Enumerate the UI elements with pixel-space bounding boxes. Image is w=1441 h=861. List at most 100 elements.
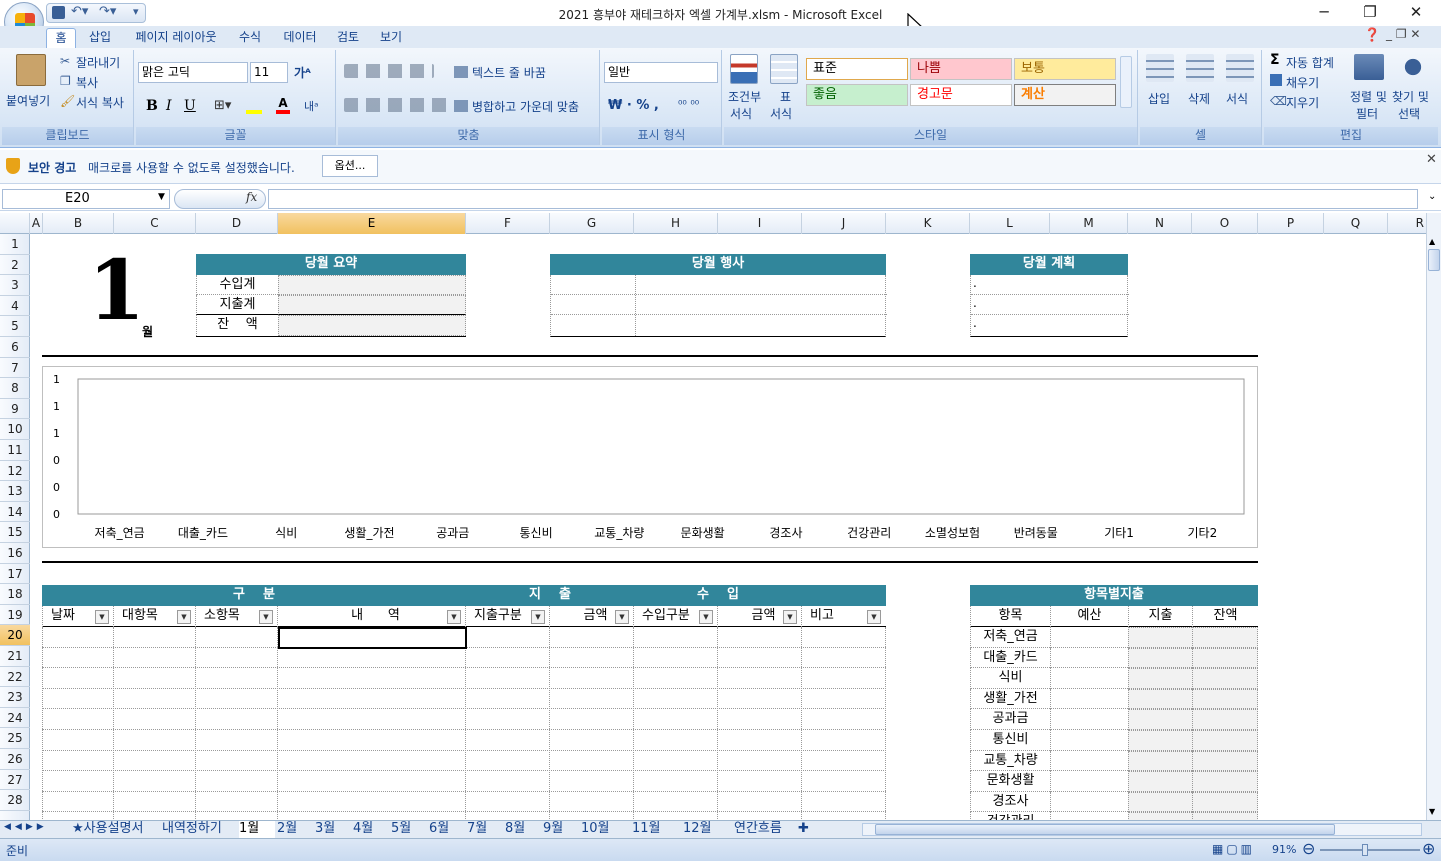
paste-button[interactable]: 붙여넣기	[6, 92, 50, 109]
formula-input[interactable]	[268, 189, 1418, 209]
wrap-text-button[interactable]: 텍스트 줄 바꿈	[472, 64, 546, 81]
style-good[interactable]: 좋음	[806, 84, 908, 106]
col-header[interactable]: F	[466, 213, 550, 234]
category-budget-cell[interactable]	[1050, 647, 1128, 669]
help-icon[interactable]: ❓	[1364, 28, 1380, 43]
row-header[interactable]: 28	[0, 790, 30, 811]
category-budget-cell[interactable]	[1050, 668, 1128, 689]
category-spent-balance-cells[interactable]	[1128, 812, 1258, 820]
conditional-format-button[interactable]: 조건부	[728, 88, 761, 105]
filter-dropdown-icon[interactable]: ▼	[531, 610, 545, 624]
minimize-button[interactable]: ─	[1304, 2, 1344, 24]
font-size-combo[interactable]: 11	[250, 62, 288, 83]
filter-dropdown-icon[interactable]: ▼	[95, 610, 109, 624]
category-budget-cell[interactable]	[1050, 688, 1128, 710]
category-spent-balance-cells[interactable]	[1128, 668, 1258, 689]
fill-color-icon[interactable]	[246, 96, 262, 114]
sheet-tab[interactable]: 4월	[353, 821, 389, 838]
conditional-format-button-2[interactable]: 서식	[730, 105, 752, 122]
ribbon-window-controls[interactable]: _ ❐ ✕	[1386, 27, 1420, 41]
worksheet[interactable]: 1 월 당월 요약 수입계 지출계 잔 액 당월 행사 당월 계획 . . . …	[30, 234, 1426, 820]
decimal-icons[interactable]: ⁰⁰ ⁰⁰	[678, 98, 699, 111]
row-header[interactable]: 17	[0, 564, 30, 585]
conditional-format-icon[interactable]	[730, 54, 758, 84]
currency-icon[interactable]: ₩ · % ,	[608, 98, 659, 113]
filter-dropdown-icon[interactable]: ▼	[867, 610, 881, 624]
table-format-icon[interactable]	[770, 54, 798, 84]
filter-dropdown-icon[interactable]: ▼	[177, 610, 191, 624]
row-header[interactable]: 8	[0, 378, 30, 399]
format-as-table-button-2[interactable]: 서식	[770, 105, 792, 122]
sheet-tab[interactable]: 8월	[505, 821, 541, 838]
col-header[interactable]: B	[43, 213, 114, 234]
row-header[interactable]: 26	[0, 749, 30, 770]
sheet-tab[interactable]: 6월	[429, 821, 465, 838]
category-spent-balance-cells[interactable]	[1128, 730, 1258, 751]
vertical-scroll-thumb[interactable]	[1428, 249, 1440, 271]
tab-page-layout[interactable]: 페이지 레이아웃	[126, 28, 226, 48]
ledger-row[interactable]	[42, 751, 886, 772]
row-header[interactable]: 27	[0, 770, 30, 791]
sheet-tab[interactable]: ★사용설명서	[72, 821, 160, 838]
col-header[interactable]: N	[1128, 213, 1192, 234]
autosum-button[interactable]: 자동 합계	[1286, 54, 1334, 71]
tab-home[interactable]: 홈	[46, 28, 76, 48]
sheet-tab[interactable]: 9월	[543, 821, 579, 838]
select-all-corner[interactable]	[0, 213, 30, 234]
sort-filter-button-2[interactable]: 필터	[1356, 105, 1378, 122]
cut-button[interactable]: 잘라내기	[76, 54, 120, 71]
fill-button[interactable]: 채우기	[1286, 74, 1319, 91]
category-budget-cell[interactable]	[1050, 812, 1128, 820]
sheet-tab[interactable]: 5월	[391, 821, 427, 838]
category-spent-balance-cells[interactable]	[1128, 750, 1258, 772]
zoom-level[interactable]: 91%	[1272, 843, 1296, 856]
style-calculation[interactable]: 계산	[1014, 84, 1116, 106]
summary-balance-value[interactable]	[278, 315, 466, 336]
insert-cells-button[interactable]: 삽입	[1148, 90, 1170, 107]
zoom-in-icon[interactable]: ⊕	[1422, 839, 1435, 858]
ledger-row[interactable]	[42, 668, 886, 689]
close-button[interactable]: ✕	[1396, 2, 1436, 24]
zoom-slider[interactable]	[1320, 849, 1420, 851]
category-budget-cell[interactable]	[1050, 750, 1128, 772]
row-header[interactable]: 10	[0, 419, 30, 440]
vertical-scrollbar[interactable]: ▲ ▼	[1426, 213, 1441, 820]
horizontal-scroll-thumb[interactable]	[875, 824, 1335, 835]
clear-button[interactable]: 지우기	[1286, 94, 1319, 111]
filter-dropdown-icon[interactable]: ▼	[259, 610, 273, 624]
zoom-slider-thumb[interactable]	[1362, 844, 1368, 856]
sheet-tab[interactable]: 11월	[632, 821, 681, 838]
col-header[interactable]: E	[278, 213, 466, 234]
font-name-combo[interactable]: 맑은 고딕	[138, 62, 248, 83]
col-header[interactable]: J	[802, 213, 886, 234]
ledger-row[interactable]	[42, 771, 886, 792]
ledger-row[interactable]	[42, 709, 886, 730]
col-header[interactable]: A	[30, 213, 43, 234]
row-header[interactable]: 5	[0, 316, 30, 337]
undo-icon[interactable]: ↶▾	[71, 4, 88, 19]
col-header[interactable]: H	[634, 213, 718, 234]
col-header[interactable]: K	[886, 213, 970, 234]
font-color-icon[interactable]: A	[276, 96, 290, 114]
expand-formula-icon[interactable]: ⌄	[1428, 191, 1436, 202]
col-header[interactable]: I	[718, 213, 802, 234]
row-header[interactable]: 13	[0, 481, 30, 502]
row-header[interactable]: 24	[0, 708, 30, 729]
delete-cells-button[interactable]: 삭제	[1188, 90, 1210, 107]
restore-button[interactable]: ❐	[1350, 2, 1390, 24]
tab-data[interactable]: 데이터	[276, 28, 324, 48]
row-header[interactable]: 22	[0, 667, 30, 688]
col-header[interactable]: M	[1050, 213, 1128, 234]
category-budget-cell[interactable]	[1050, 730, 1128, 751]
row-header[interactable]: 6	[0, 337, 30, 358]
category-budget-cell[interactable]	[1050, 771, 1128, 792]
ledger-row[interactable]	[42, 730, 886, 751]
find-select-button[interactable]: 찾기 및	[1392, 88, 1429, 105]
sheet-tab[interactable]: 내역정하기	[162, 821, 237, 838]
sheet-tab[interactable]: 7월	[467, 821, 503, 838]
format-as-table-button[interactable]: 표	[780, 88, 791, 105]
category-spent-balance-cells[interactable]	[1128, 709, 1258, 730]
save-icon[interactable]	[52, 6, 65, 19]
phonetic-icon[interactable]: 내ᵃ	[304, 98, 318, 114]
name-box-dropdown-icon[interactable]: ▼	[158, 192, 165, 202]
